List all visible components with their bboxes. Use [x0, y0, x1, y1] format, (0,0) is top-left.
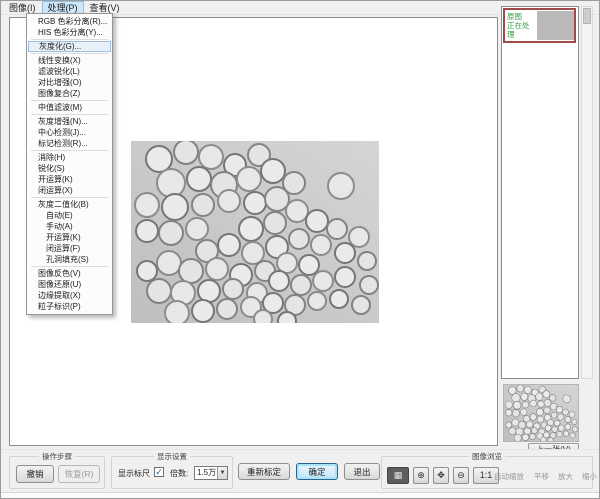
menu-item[interactable]: 自动(E) [28, 210, 111, 221]
steps-group-label: 操作步骤 [39, 451, 75, 462]
pan-tool[interactable]: ✥ [433, 467, 449, 484]
redo-button[interactable]: 恢复(R) [58, 465, 100, 483]
app-window: 图像(I)处理(P)查看(V) RGB 色彩分离(R)...HIS 色彩分离(Y… [0, 0, 600, 499]
menu-item[interactable]: 灰度二值化(B) [28, 199, 111, 210]
menu-separator [31, 100, 108, 101]
menu-item[interactable]: 开运算(K) [28, 232, 111, 243]
menu-separator [31, 39, 108, 40]
steps-groupbox: 操作步骤 撤销 恢复(R) [9, 456, 105, 489]
menu-item[interactable]: 标记检测(R)... [28, 138, 111, 149]
preview-thumbnail-image [504, 385, 578, 441]
menu-item[interactable]: HIS 色彩分离(Y)... [28, 27, 111, 38]
menu-item[interactable]: 中心检测(J)... [28, 127, 111, 138]
zoom-out-tool[interactable]: ⊖ [453, 467, 469, 484]
menu-item[interactable]: 对比增强(O) [28, 77, 111, 88]
menu-separator [31, 114, 108, 115]
display-group-label: 显示设置 [154, 451, 190, 462]
image-list[interactable]: 原图 正在处理 [501, 6, 579, 379]
status-bar [1, 492, 599, 499]
menu-item[interactable]: 锐化(S) [28, 163, 111, 174]
browse-mode-label: 放大 [558, 471, 573, 482]
recalibrate-button[interactable]: 重新标定 [238, 463, 290, 480]
menu-item[interactable]: RGB 色彩分离(R)... [28, 16, 111, 27]
menu-item[interactable]: 图像还原(U) [28, 279, 111, 290]
undo-button[interactable]: 撤销 [16, 465, 54, 483]
menu-item[interactable]: 孔洞填充(S) [28, 254, 111, 265]
menu-item[interactable]: 闭运算(X) [28, 185, 111, 196]
menu-item[interactable]: 线性变换(X) [28, 55, 111, 66]
magnification-value: 1.5万 [197, 468, 216, 477]
menu-item[interactable]: 消除(H) [28, 152, 111, 163]
browse-groupbox: 图像浏览 ▦⊕✥⊖1:1自动缩放平移放大缩小 [381, 456, 593, 489]
browse-mode-label: 自动缩放 [494, 471, 524, 482]
menu-item[interactable]: 滤波锐化(L) [28, 66, 111, 77]
menu-separator [31, 197, 108, 198]
menu-item[interactable]: 中值滤波(M) [28, 102, 111, 113]
list-item-selected[interactable]: 原图 正在处理 [503, 8, 576, 43]
combo-dropdown-arrow[interactable]: ▼ [217, 467, 227, 479]
processing-menu-dropdown: RGB 色彩分离(R)...HIS 色彩分离(Y)... 灰度化(G)... 线性变… [26, 13, 113, 315]
preview-panel [503, 384, 579, 442]
menu-item[interactable]: 手动(A) [28, 221, 111, 232]
ok-button[interactable]: 确定 [296, 463, 338, 480]
menu-item[interactable]: 边缘提取(X) [28, 290, 111, 301]
original-image-tool[interactable]: ▦ [387, 467, 409, 484]
list-item-line1: 原图 [507, 12, 537, 21]
bottom-toolbar: 操作步骤 撤销 恢复(R) 显示设置 显示标尺 ✓ 倍数: 1.5万 ▼ 重新标… [1, 449, 599, 492]
display-groupbox: 显示设置 显示标尺 ✓ 倍数: 1.5万 ▼ [111, 456, 233, 489]
menu-item[interactable]: 图像复合(Z) [28, 88, 111, 99]
scrollbar-thumb[interactable] [583, 8, 591, 24]
magnification-label: 倍数: [170, 468, 188, 479]
tem-micrograph-image [131, 141, 379, 323]
browse-mode-label: 平移 [534, 471, 549, 482]
magnification-combobox[interactable]: 1.5万 ▼ [194, 466, 228, 480]
list-scrollbar[interactable] [581, 6, 593, 379]
menu-item[interactable]: 粒子标识(P) [28, 301, 111, 312]
browse-group-label: 图像浏览 [469, 451, 505, 462]
menu-item[interactable]: 灰度增强(N)... [28, 116, 111, 127]
menu-item[interactable]: 闭运算(F) [28, 243, 111, 254]
menu-separator [31, 150, 108, 151]
menu-separator [31, 266, 108, 267]
show-scalebar-checkbox[interactable]: ✓ [154, 467, 164, 477]
menu-item[interactable]: 灰度化(G)... [28, 41, 111, 52]
menu-separator [31, 53, 108, 54]
list-item-thumbnail [537, 11, 574, 40]
exit-button[interactable]: 退出 [344, 463, 380, 480]
list-item-status-text: 原图 正在处理 [505, 12, 537, 39]
browse-mode-label: 缩小 [582, 471, 597, 482]
list-item-line2: 正在处理 [507, 21, 537, 39]
show-scalebar-label: 显示标尺 [118, 468, 150, 479]
menu-item[interactable]: 图像反色(V) [28, 268, 111, 279]
menu-item[interactable]: 开运算(K) [28, 174, 111, 185]
zoom-in-tool[interactable]: ⊕ [413, 467, 429, 484]
